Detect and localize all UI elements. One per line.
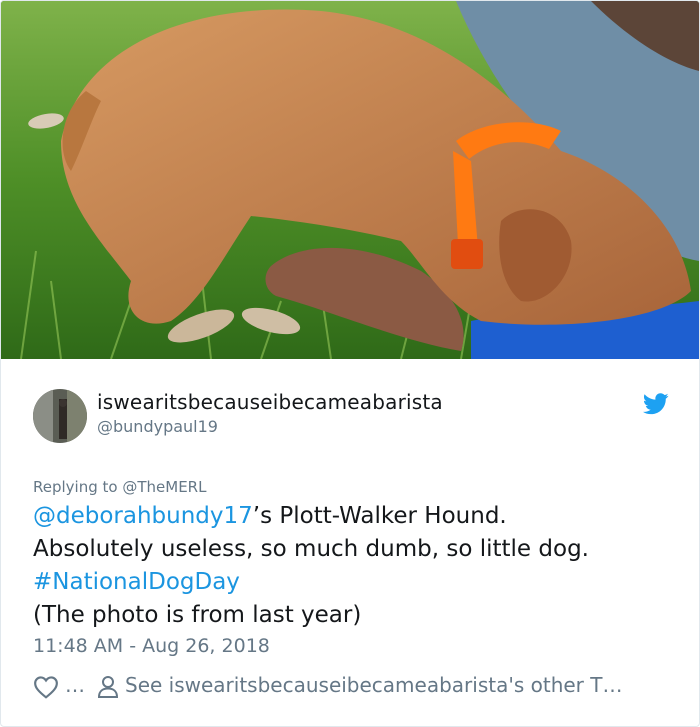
tweet-photo[interactable] [1, 1, 699, 359]
hashtag-link[interactable]: #NationalDogDay [33, 566, 683, 599]
person-icon [97, 676, 119, 698]
dog-photo-illustration [1, 1, 699, 359]
reply-prefix: Replying to [33, 478, 118, 496]
user-handle[interactable]: @bundypaul19 [97, 417, 218, 436]
avatar[interactable] [33, 389, 87, 443]
heart-icon[interactable] [33, 675, 59, 699]
reply-to-link[interactable]: @TheMERL [122, 478, 206, 496]
tweet-timestamp[interactable]: 11:48 AM - Aug 26, 2018 [33, 635, 270, 657]
avatar-image [33, 389, 87, 443]
tweet-line-4: (The photo is from last year) [33, 602, 362, 628]
tweet-line-1-rest: ’s Plott-Walker Hound. [252, 503, 507, 529]
like-count[interactable]: … [65, 673, 85, 697]
see-other-tweets-link[interactable]: See iswearitsbecauseibecameabarista's ot… [125, 673, 622, 697]
tweet-header: iswearitsbecauseibecameabarista @bundypa… [33, 389, 673, 445]
tweet-card: iswearitsbecauseibecameabarista @bundypa… [0, 0, 700, 727]
mention-link[interactable]: @deborahbundy17 [33, 503, 253, 529]
tweet-actions: … See iswearitsbecauseibecameabarista's … [33, 671, 683, 703]
twitter-bird-icon[interactable] [643, 393, 669, 415]
reply-context: Replying to @TheMERL [33, 478, 206, 496]
tweet-text: @deborahbundy17’s Plott-Walker Hound. Ab… [33, 500, 683, 632]
tweet-line-1: @deborahbundy17’s Plott-Walker Hound. [33, 500, 683, 533]
tweet-line-2: Absolutely useless, so much dumb, so lit… [33, 536, 589, 562]
display-name[interactable]: iswearitsbecauseibecameabarista [97, 390, 443, 414]
